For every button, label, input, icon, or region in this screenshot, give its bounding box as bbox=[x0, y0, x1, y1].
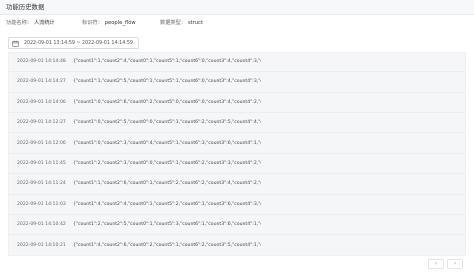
row-time: 2022-09-01 14:10:21 bbox=[17, 242, 66, 248]
dialog-title: 功能历史数据 bbox=[6, 3, 45, 11]
calendar-icon bbox=[12, 40, 19, 47]
data-type-value: struct bbox=[187, 20, 203, 26]
prev-page-button[interactable]: ‹ bbox=[428, 259, 444, 269]
row-time: 2022-09-01 14:12:27 bbox=[17, 120, 66, 126]
row-time: 2022-09-01 14:14:48 bbox=[17, 59, 66, 64]
table-row: 2022-09-01 14:10:42 {"count1":2,"count2"… bbox=[9, 216, 465, 236]
row-value: {"count1":0,"count2":3,"count0":4,"count… bbox=[73, 140, 261, 146]
history-table: 2022-09-01 14:14:48 {"count1":1,"count2"… bbox=[8, 52, 466, 256]
date-range-text: 2022-09-01 13:14:59 ~ 2022-09-01 14:14:5… bbox=[24, 41, 133, 46]
row-value: {"count1":1,"count2":5,"count0":1,"count… bbox=[73, 79, 261, 85]
row-time: 2022-09-01 14:11:03 bbox=[17, 201, 66, 207]
function-name: 功能名称： 人流统计 bbox=[6, 20, 55, 27]
row-value: {"count1":2,"count2":3,"count0":0,"count… bbox=[73, 161, 261, 166]
function-name-label: 功能名称： bbox=[6, 20, 32, 26]
data-type: 数据类型： struct bbox=[160, 20, 203, 27]
next-page-button[interactable]: › bbox=[447, 259, 463, 269]
identifier-value: people_flow bbox=[104, 20, 136, 26]
row-value: {"count1":0,"count2":6,"count0":2,"count… bbox=[73, 99, 261, 105]
table-row: 2022-09-01 14:14:27 {"count1":1,"count2"… bbox=[9, 73, 465, 93]
row-time: 2022-09-01 14:14:06 bbox=[17, 99, 66, 105]
row-time: 2022-09-01 14:14:27 bbox=[17, 79, 66, 85]
identifier-label: 标识符： bbox=[82, 20, 103, 26]
table-row: 2022-09-01 14:14:06 {"count1":0,"count2"… bbox=[9, 94, 465, 113]
row-time: 2022-09-01 14:12:06 bbox=[17, 140, 66, 146]
row-time: 2022-09-01 14:11:24 bbox=[17, 181, 66, 187]
table-row: 2022-09-01 14:14:48 {"count1":1,"count2"… bbox=[9, 53, 465, 73]
table-row: 2022-09-01 14:12:06 {"count1":0,"count2"… bbox=[9, 135, 465, 154]
chevron-right-icon: › bbox=[453, 260, 457, 267]
dialog-header: 功能历史数据 bbox=[0, 0, 474, 15]
row-value: {"count1":2,"count2":5,"count0":1,"count… bbox=[73, 222, 261, 228]
function-name-value: 人流统计 bbox=[33, 20, 55, 26]
chevron-left-icon: ‹ bbox=[434, 260, 438, 267]
data-type-label: 数据类型： bbox=[160, 20, 186, 26]
row-value: {"count1":1,"count2":6,"count0":1,"count… bbox=[73, 181, 261, 187]
identifier: 标识符： people_flow bbox=[82, 20, 136, 27]
table-row: 2022-09-01 14:11:45 {"count1":2,"count2"… bbox=[9, 155, 465, 175]
table-row: 2022-09-01 14:11:24 {"count1":1,"count2"… bbox=[9, 175, 465, 195]
date-range-picker[interactable]: 2022-09-01 13:14:59 ~ 2022-09-01 14:14:5… bbox=[8, 37, 139, 49]
table-row: 2022-09-01 14:12:27 {"count1":0,"count2"… bbox=[9, 114, 465, 134]
row-value: {"count1":4,"count2":4,"count0":1,"count… bbox=[73, 201, 261, 207]
row-value: {"count1":1,"count2":4,"count0":1,"count… bbox=[73, 59, 261, 64]
row-value: {"count1":4,"count2":6,"count0":2,"count… bbox=[73, 242, 261, 248]
row-time: 2022-09-01 14:11:45 bbox=[17, 161, 66, 166]
row-value: {"count1":0,"count2":5,"count0":0,"count… bbox=[73, 120, 261, 126]
table-row: 2022-09-01 14:10:21 {"count1":4,"count2"… bbox=[9, 237, 465, 255]
table-row: 2022-09-01 14:11:03 {"count1":4,"count2"… bbox=[9, 196, 465, 215]
row-time: 2022-09-01 14:10:42 bbox=[17, 222, 66, 228]
